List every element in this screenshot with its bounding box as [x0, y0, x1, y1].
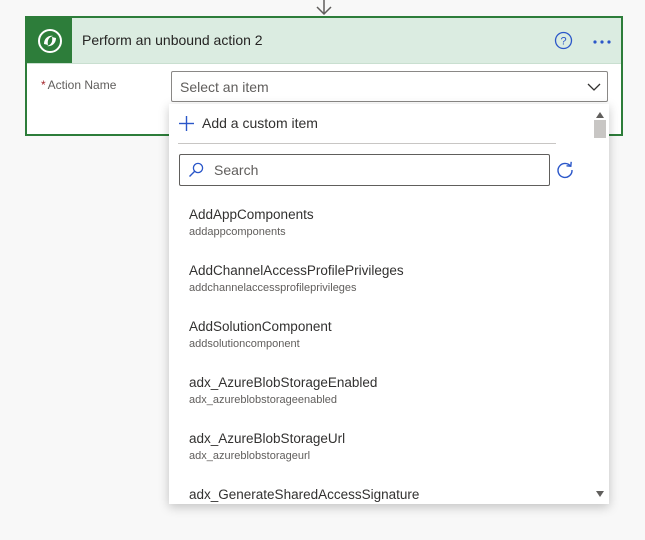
required-marker: * — [41, 78, 46, 92]
list-item[interactable]: adx_AzureBlobStorageEnabled adx_azureblo… — [169, 368, 593, 424]
list-item-title: adx_AzureBlobStorageEnabled — [189, 375, 378, 390]
search-icon — [189, 162, 204, 177]
list-item-title: adx_AzureBlobStorageUrl — [189, 431, 346, 446]
help-icon[interactable]: ? — [554, 31, 573, 50]
list-item-title: AddAppComponents — [189, 207, 314, 222]
list-item-subtitle: adx_azureblobstorageurl — [189, 450, 311, 462]
add-custom-item-label: Add a custom item — [202, 115, 318, 131]
action-name-select[interactable]: Select an item — [171, 71, 608, 102]
list-item-subtitle: addchannelaccessprofileprivileges — [189, 282, 357, 294]
card-title: Perform an unbound action 2 — [82, 32, 263, 48]
list-item-title: adx_GenerateSharedAccessSignature — [189, 487, 420, 502]
action-list: AddAppComponents addappcomponents AddCha… — [169, 200, 593, 504]
action-dropdown: Add a custom item AddAppComponents addap… — [169, 104, 609, 504]
svg-text:?: ? — [560, 36, 566, 48]
action-name-label: * Action Name — [41, 78, 116, 92]
plus-icon — [179, 116, 194, 131]
dataverse-icon — [27, 18, 72, 63]
list-item[interactable]: adx_GenerateSharedAccessSignature — [169, 480, 593, 504]
scroll-up-icon[interactable] — [596, 112, 604, 118]
list-item-subtitle: addsolutioncomponent — [189, 338, 300, 350]
list-item-subtitle: addappcomponents — [189, 226, 286, 238]
select-placeholder: Select an item — [180, 79, 269, 95]
scrollbar[interactable] — [593, 112, 607, 504]
list-item-subtitle: adx_azureblobstorageenabled — [189, 394, 338, 406]
scroll-down-icon[interactable] — [596, 491, 604, 497]
add-custom-item-button[interactable]: Add a custom item — [169, 104, 589, 142]
list-item-title: AddChannelAccessProfilePrivileges — [189, 263, 404, 278]
search-box[interactable] — [179, 154, 550, 186]
more-options-icon[interactable] — [590, 28, 614, 52]
card-header[interactable]: Perform an unbound action 2 ? — [27, 18, 621, 64]
scroll-thumb[interactable] — [594, 120, 606, 138]
list-item[interactable]: AddSolutionComponent addsolutioncomponen… — [169, 312, 593, 368]
action-name-label-text: Action Name — [47, 78, 117, 92]
list-item-title: AddSolutionComponent — [189, 319, 332, 334]
list-item[interactable]: AddAppComponents addappcomponents — [169, 200, 593, 256]
divider — [178, 143, 556, 144]
search-input[interactable] — [214, 160, 534, 180]
list-item[interactable]: AddChannelAccessProfilePrivileges addcha… — [169, 256, 593, 312]
refresh-icon[interactable] — [555, 160, 575, 180]
chevron-down-icon — [587, 83, 601, 91]
list-item[interactable]: adx_AzureBlobStorageUrl adx_azureblobsto… — [169, 424, 593, 480]
